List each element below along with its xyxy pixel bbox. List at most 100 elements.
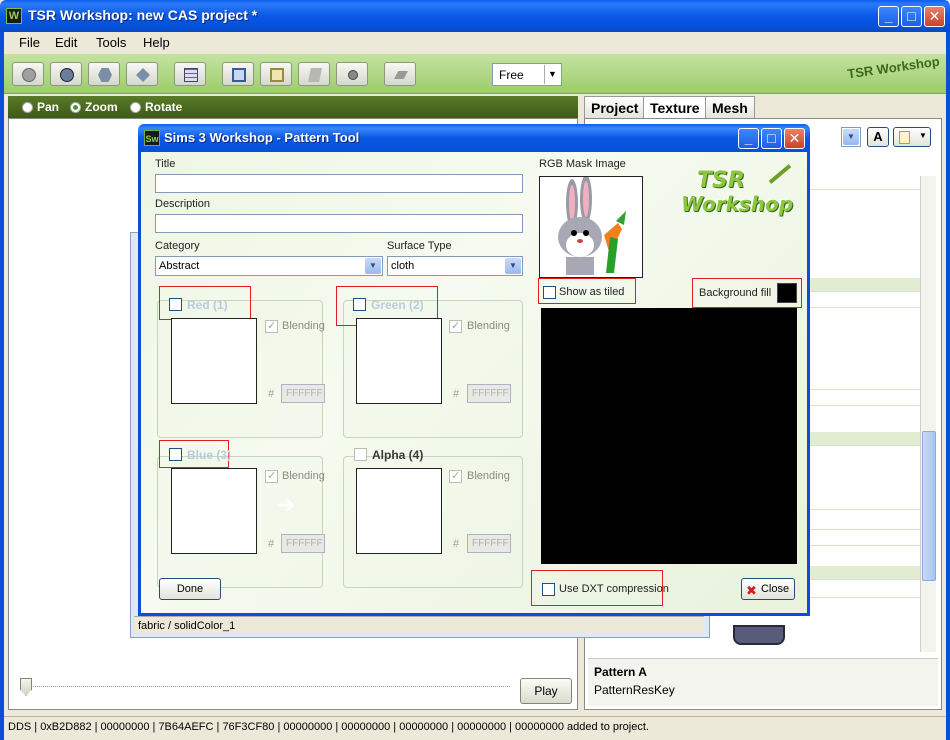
dialog-titlebar: Sw Sims 3 Workshop - Pattern Tool _ □ ✕ xyxy=(138,124,810,152)
logo-text-1: TSR xyxy=(697,168,745,193)
sphere-flat-button[interactable] xyxy=(12,62,44,86)
use-dxt-checkbox[interactable] xyxy=(542,583,555,596)
radio-selected-icon xyxy=(70,102,81,114)
background-fill-swatch[interactable] xyxy=(777,283,797,303)
surface-type-label: Surface Type xyxy=(387,240,452,252)
show-as-tiled-checkbox[interactable] xyxy=(543,286,556,299)
menu-tools[interactable]: Tools xyxy=(96,35,126,50)
timeline-track[interactable] xyxy=(20,686,510,688)
texture-select-dropdown[interactable]: ▼ xyxy=(841,127,861,147)
alpha-blending-checkbox[interactable] xyxy=(449,469,462,483)
dot-button[interactable] xyxy=(336,62,368,86)
description-input[interactable] xyxy=(155,214,523,233)
bone-icon xyxy=(270,68,284,82)
green-channel-label: Green (2) xyxy=(371,298,424,312)
floor-button[interactable] xyxy=(384,62,416,86)
blue-blending-checkbox[interactable] xyxy=(265,469,278,483)
diamond-icon xyxy=(136,68,150,82)
zoom-radio[interactable]: Zoom xyxy=(70,100,118,114)
hexagon-icon xyxy=(98,68,112,82)
diamond-button[interactable] xyxy=(126,62,158,86)
menu-file[interactable]: File xyxy=(19,35,40,50)
dialog-close-x-button[interactable]: ✕ xyxy=(784,128,805,149)
red-blending-checkbox[interactable] xyxy=(265,319,278,333)
chevron-down-icon: ▼ xyxy=(843,129,859,145)
chevron-down-icon: ▼ xyxy=(505,258,521,274)
scrollbar-thumb[interactable] xyxy=(922,431,936,581)
description-label: Description xyxy=(155,198,211,210)
window-title: TSR Workshop: new CAS project * xyxy=(28,7,258,23)
alpha-hex-prefix: # xyxy=(453,538,460,550)
play-button[interactable]: Play xyxy=(520,678,572,704)
close-button[interactable]: ✕ xyxy=(924,6,945,27)
red-channel-checkbox[interactable] xyxy=(169,298,182,311)
alpha-hex-input[interactable]: FFFFFF xyxy=(467,534,511,553)
green-blending-checkbox[interactable] xyxy=(449,319,462,333)
minimize-button[interactable]: _ xyxy=(878,6,899,27)
dialog-minimize-button[interactable]: _ xyxy=(738,128,759,149)
done-button[interactable]: Done xyxy=(159,578,221,600)
zoom-label: Zoom xyxy=(85,100,118,114)
dialog-maximize-button[interactable]: □ xyxy=(761,128,782,149)
menu-edit[interactable]: Edit xyxy=(55,35,77,50)
circle-icon xyxy=(348,70,358,80)
status-bar: DDS | 0xB2D882 | 00000000 | 7B64AEFC | 7… xyxy=(4,716,946,738)
pattern-name: Pattern A xyxy=(594,665,647,679)
blue-hex-input[interactable]: FFFFFF xyxy=(281,534,325,553)
child-status: fabric / solidColor_1 xyxy=(134,616,704,634)
chevron-down-icon: ▼ xyxy=(919,131,927,140)
rotate-label: Rotate xyxy=(145,100,183,114)
close-x-icon: ✖ xyxy=(746,583,757,598)
maximize-button[interactable]: □ xyxy=(901,6,922,27)
sphere-icon xyxy=(22,68,36,82)
grid-button[interactable] xyxy=(174,62,206,86)
tab-project[interactable]: Project xyxy=(584,96,646,118)
mesh-wire-button[interactable] xyxy=(222,62,254,86)
chevron-down-icon: ▼ xyxy=(544,65,560,84)
category-select[interactable]: Abstract ▼ xyxy=(155,256,383,276)
blue-blending-label: Blending xyxy=(282,470,325,482)
red-hex-input[interactable]: FFFFFF xyxy=(281,384,325,403)
green-hex-prefix: # xyxy=(453,388,460,400)
new-document-button[interactable]: ▼ xyxy=(893,127,931,147)
close-dialog-label: Close xyxy=(760,583,790,595)
blue-channel-checkbox[interactable] xyxy=(169,448,182,461)
blue-channel-swatch[interactable] xyxy=(171,468,257,554)
rgb-mask-label: RGB Mask Image xyxy=(539,158,626,170)
radio-icon xyxy=(22,102,33,114)
wireframe-icon xyxy=(232,68,246,82)
grid-icon xyxy=(184,68,198,82)
title-input[interactable] xyxy=(155,174,523,193)
red-channel-swatch[interactable] xyxy=(171,318,257,404)
app-icon: W xyxy=(6,8,22,24)
tab-texture[interactable]: Texture xyxy=(643,96,707,118)
category-label: Category xyxy=(155,240,200,252)
pan-label: Pan xyxy=(37,100,60,114)
camera-mode-select[interactable]: Free ▼ xyxy=(492,63,562,86)
plane-button[interactable] xyxy=(298,62,330,86)
surface-type-select[interactable]: cloth ▼ xyxy=(387,256,523,276)
menu-help[interactable]: Help xyxy=(143,35,170,50)
hexagon-button[interactable] xyxy=(88,62,120,86)
pan-radio[interactable]: Pan xyxy=(22,100,59,114)
show-as-tiled-label: Show as tiled xyxy=(559,286,625,298)
category-value: Abstract xyxy=(159,260,200,272)
mesh-bone-button[interactable] xyxy=(260,62,292,86)
rotate-radio[interactable]: Rotate xyxy=(130,100,182,114)
tab-mesh[interactable]: Mesh xyxy=(705,96,755,118)
plane-icon xyxy=(308,68,322,82)
dialog-body: Title Description Category Abstract ▼ Su… xyxy=(138,152,810,616)
red-hex-prefix: # xyxy=(268,388,275,400)
green-hex-input[interactable]: FFFFFF xyxy=(467,384,511,403)
alpha-channel-checkbox[interactable] xyxy=(354,448,367,461)
green-channel-swatch[interactable] xyxy=(356,318,442,404)
green-channel-checkbox[interactable] xyxy=(353,298,366,311)
close-dialog-button[interactable]: ✖ Close xyxy=(741,578,795,600)
alpha-channel-swatch[interactable] xyxy=(356,468,442,554)
font-button[interactable]: A xyxy=(867,127,889,147)
rgb-mask-image[interactable] xyxy=(539,175,643,278)
tsr-workshop-logo: TSR Workshop xyxy=(681,164,799,240)
property-scrollbar[interactable] xyxy=(920,176,936,652)
sphere-smooth-button[interactable] xyxy=(50,62,82,86)
use-dxt-label: Use DXT compression xyxy=(559,583,669,595)
